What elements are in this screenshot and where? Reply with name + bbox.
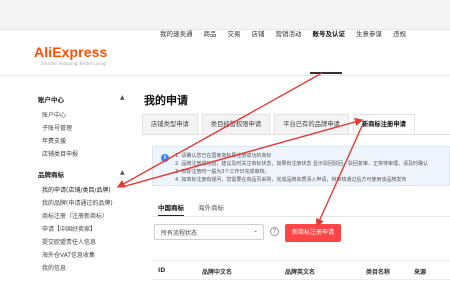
table-header: ID 品牌中文名 品牌英文名 类目名称 来源 <box>152 260 450 280</box>
sidebar-item-vat-info[interactable]: 海外仓VAT信息收集 <box>42 250 95 259</box>
nav-item-products[interactable]: 商品 <box>204 28 217 38</box>
main-nav: 我的速卖通 商品 交易 店铺 营销活动 账号及认证 生意参谋 违规 <box>160 28 417 38</box>
aliexpress-logo[interactable]: AliExpress Smarter Shopping, Better Livi… <box>34 44 107 66</box>
application-tabs: 店铺类型申请 类目经营权限申请 平台已有的品牌申请 新商标注册申请 <box>142 114 419 135</box>
main-content: 我的申请 店铺类型申请 类目经营权限申请 平台已有的品牌申请 新商标注册申请 i… <box>140 82 450 296</box>
info-icon: i <box>161 154 169 162</box>
logo-tagline: Smarter Shopping, Better Living! <box>41 61 108 66</box>
column-header-id: ID <box>158 267 166 274</box>
chevron-up-icon[interactable]: ▲ <box>120 94 125 101</box>
sidebar-item-subaccounts[interactable]: 子账号管理 <box>42 123 72 132</box>
tab-china-trademark[interactable]: 中国商标 <box>158 202 184 217</box>
sidebar: 账户中心 ▲ 账户中心 子账号管理 年费支援 店铺类目申报 品牌商标 ▲ 我的申… <box>34 82 132 296</box>
column-header-brand-cn: 品牌中文名 <box>202 269 233 276</box>
sidebar-item-eu-responsible[interactable]: 提交欧盟责任人信息 <box>42 237 96 246</box>
tab-overseas-trademark[interactable]: 海外商标 <box>198 202 224 217</box>
tab-divider <box>142 134 450 135</box>
new-trademark-application-button[interactable]: 新商标注册申请 <box>285 224 341 242</box>
sidebar-section-account[interactable]: 账户中心 <box>38 94 64 104</box>
tab-category-permission[interactable]: 类目经营权限申请 <box>201 114 271 135</box>
sidebar-item-account-center[interactable]: 账户中心 <box>42 110 66 119</box>
sidebar-item-annual-fee[interactable]: 年费支援 <box>42 136 66 145</box>
notice-line: 2. 品牌注册成功后，建议及时关注商标状态，如果有注册状态 显示驳回驳回，驳回复… <box>175 161 428 167</box>
nav-item-violations[interactable]: 违规 <box>393 28 406 38</box>
nav-item-my-aliexpress[interactable]: 我的速卖通 <box>160 28 193 38</box>
status-filter-select[interactable]: 所有流程状态 ⌄ <box>154 224 264 240</box>
nav-item-marketing[interactable]: 营销活动 <box>276 28 302 38</box>
info-notice: i 1. 请确认您已在国家商标局注册成功的商标 2. 品牌注册成功后，建议及时关… <box>152 146 450 186</box>
sidebar-item-good-seller[interactable]: 申请【中国好卖家】 <box>42 224 96 233</box>
sidebar-item-my-brands[interactable]: 我的品牌(申请通过的品牌) <box>42 198 113 207</box>
notice-line: 1. 请确认您已在国家商标局注册成功的商标 <box>175 153 272 159</box>
tab-store-type[interactable]: 店铺类型申请 <box>142 114 198 135</box>
trademark-region-tabs: 中国商标 海外商标 <box>158 202 238 217</box>
column-header-category: 类目名称 <box>366 269 391 276</box>
tab-existing-brand[interactable]: 平台已有的品牌申请 <box>274 114 349 135</box>
chevron-up-icon[interactable]: ▲ <box>120 169 125 176</box>
nav-item-account[interactable]: 账号及认证 <box>313 28 346 38</box>
notice-line: 4. 如商标注册有疑问，您需要在商品页采购，完成品牌资质添入申请，待审核通过后方… <box>175 177 407 183</box>
nav-item-store[interactable]: 店铺 <box>252 28 265 38</box>
tab-new-trademark[interactable]: 新商标注册申请 <box>352 114 415 135</box>
status-filter-value: 所有流程状态 <box>161 230 198 237</box>
chevron-down-icon: ⌄ <box>252 227 258 234</box>
top-utility-bar <box>0 0 450 30</box>
sidebar-section-brand[interactable]: 品牌商标 <box>38 169 64 179</box>
sidebar-item-my-info[interactable]: 我的信息 <box>42 263 66 272</box>
sidebar-item-trademark-register[interactable]: 商标注册（注册新商标） <box>42 211 108 220</box>
column-header-source: 来源 <box>414 269 427 276</box>
subtab-divider <box>152 216 450 217</box>
nav-active-underline <box>310 72 342 74</box>
notice-line: 3. 商标注册时一般为3个工作日完成审核。 <box>175 169 270 175</box>
help-icon[interactable]: ? <box>270 227 279 236</box>
sidebar-item-my-applications[interactable]: 我的申请(店铺/类目/品牌) <box>42 185 111 194</box>
nav-item-trade[interactable]: 交易 <box>228 28 241 38</box>
page-title: 我的申请 <box>144 94 188 107</box>
column-header-brand-en: 品牌英文名 <box>285 269 316 276</box>
nav-item-business-advisor[interactable]: 生意参谋 <box>356 28 382 38</box>
sidebar-item-category-declare[interactable]: 店铺类目申报 <box>42 149 78 158</box>
logo-text: AliExpress <box>34 44 108 60</box>
